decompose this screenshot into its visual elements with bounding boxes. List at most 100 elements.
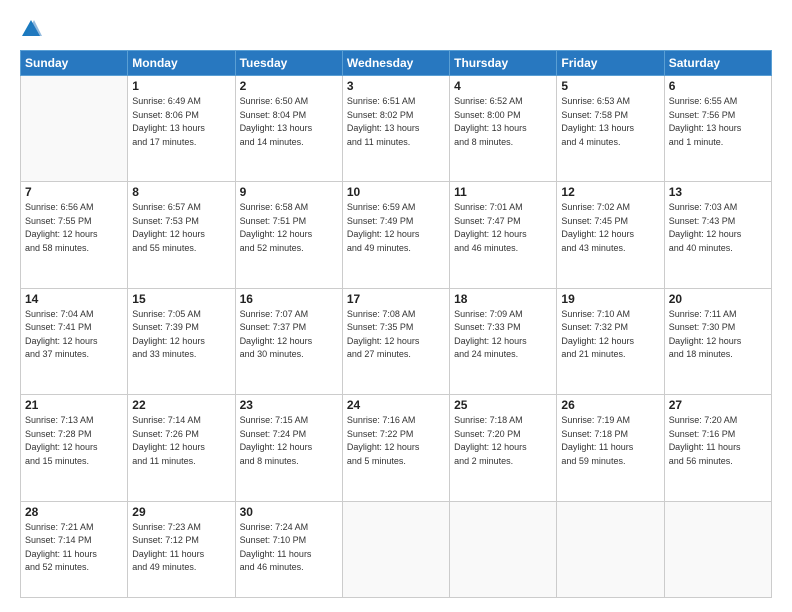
day-number: 22 [132, 398, 230, 412]
calendar-cell: 23 Sunrise: 7:15 AM Sunset: 7:24 PM Dayli… [235, 395, 342, 501]
calendar-cell [557, 501, 664, 597]
calendar-cell: 20 Sunrise: 7:11 AM Sunset: 7:30 PM Dayli… [664, 288, 771, 394]
day-number: 5 [561, 79, 659, 93]
day-number: 27 [669, 398, 767, 412]
day-info: Sunrise: 6:58 AM Sunset: 7:51 PM Dayligh… [240, 201, 338, 255]
day-number: 3 [347, 79, 445, 93]
day-info: Sunrise: 7:21 AM Sunset: 7:14 PM Dayligh… [25, 521, 123, 575]
day-info: Sunrise: 7:19 AM Sunset: 7:18 PM Dayligh… [561, 414, 659, 468]
day-info: Sunrise: 7:08 AM Sunset: 7:35 PM Dayligh… [347, 308, 445, 362]
day-info: Sunrise: 7:01 AM Sunset: 7:47 PM Dayligh… [454, 201, 552, 255]
weekday-sunday: Sunday [21, 51, 128, 76]
day-number: 18 [454, 292, 552, 306]
day-info: Sunrise: 7:15 AM Sunset: 7:24 PM Dayligh… [240, 414, 338, 468]
header [20, 18, 772, 40]
week-row-5: 28Sunrise: 7:21 AM Sunset: 7:14 PM Dayli… [21, 501, 772, 597]
week-row-1: 1 Sunrise: 6:49 AM Sunset: 8:06 PM Daylig… [21, 76, 772, 182]
weekday-friday: Friday [557, 51, 664, 76]
weekday-wednesday: Wednesday [342, 51, 449, 76]
calendar-cell: 26 Sunrise: 7:19 AM Sunset: 7:18 PM Dayli… [557, 395, 664, 501]
day-info: Sunrise: 7:16 AM Sunset: 7:22 PM Dayligh… [347, 414, 445, 468]
day-number: 23 [240, 398, 338, 412]
day-info: Sunrise: 7:20 AM Sunset: 7:16 PM Dayligh… [669, 414, 767, 468]
calendar-cell: 22 Sunrise: 7:14 AM Sunset: 7:26 PM Dayli… [128, 395, 235, 501]
calendar-cell: 18 Sunrise: 7:09 AM Sunset: 7:33 PM Dayli… [450, 288, 557, 394]
week-row-2: 7Sunrise: 6:56 AM Sunset: 7:55 PM Daylig… [21, 182, 772, 288]
day-number: 15 [132, 292, 230, 306]
day-number: 16 [240, 292, 338, 306]
calendar-cell: 15 Sunrise: 7:05 AM Sunset: 7:39 PM Dayli… [128, 288, 235, 394]
calendar-cell: 10 Sunrise: 6:59 AM Sunset: 7:49 PM Dayli… [342, 182, 449, 288]
day-number: 12 [561, 185, 659, 199]
day-number: 20 [669, 292, 767, 306]
day-number: 1 [132, 79, 230, 93]
logo [20, 18, 50, 40]
calendar-cell: 3 Sunrise: 6:51 AM Sunset: 8:02 PM Daylig… [342, 76, 449, 182]
day-info: Sunrise: 7:14 AM Sunset: 7:26 PM Dayligh… [132, 414, 230, 468]
day-info: Sunrise: 6:53 AM Sunset: 7:58 PM Dayligh… [561, 95, 659, 149]
calendar-table: SundayMondayTuesdayWednesdayThursdayFrid… [20, 50, 772, 598]
calendar-cell: 17 Sunrise: 7:08 AM Sunset: 7:35 PM Dayli… [342, 288, 449, 394]
weekday-thursday: Thursday [450, 51, 557, 76]
calendar-cell: 2 Sunrise: 6:50 AM Sunset: 8:04 PM Daylig… [235, 76, 342, 182]
calendar-cell: 24 Sunrise: 7:16 AM Sunset: 7:22 PM Dayli… [342, 395, 449, 501]
day-number: 11 [454, 185, 552, 199]
day-number: 30 [240, 505, 338, 519]
day-number: 6 [669, 79, 767, 93]
calendar-cell: 25Sunrise: 7:18 AM Sunset: 7:20 PM Dayli… [450, 395, 557, 501]
weekday-header-row: SundayMondayTuesdayWednesdayThursdayFrid… [21, 51, 772, 76]
weekday-saturday: Saturday [664, 51, 771, 76]
calendar-cell [342, 501, 449, 597]
day-number: 13 [669, 185, 767, 199]
day-info: Sunrise: 6:49 AM Sunset: 8:06 PM Dayligh… [132, 95, 230, 149]
calendar-cell: 30Sunrise: 7:24 AM Sunset: 7:10 PM Dayli… [235, 501, 342, 597]
day-info: Sunrise: 6:52 AM Sunset: 8:00 PM Dayligh… [454, 95, 552, 149]
day-number: 4 [454, 79, 552, 93]
calendar-cell: 13 Sunrise: 7:03 AM Sunset: 7:43 PM Dayli… [664, 182, 771, 288]
day-info: Sunrise: 6:59 AM Sunset: 7:49 PM Dayligh… [347, 201, 445, 255]
week-row-4: 21 Sunrise: 7:13 AM Sunset: 7:28 PM Dayli… [21, 395, 772, 501]
day-info: Sunrise: 7:05 AM Sunset: 7:39 PM Dayligh… [132, 308, 230, 362]
calendar-cell: 5 Sunrise: 6:53 AM Sunset: 7:58 PM Daylig… [557, 76, 664, 182]
calendar-cell: 21 Sunrise: 7:13 AM Sunset: 7:28 PM Dayli… [21, 395, 128, 501]
day-info: Sunrise: 6:57 AM Sunset: 7:53 PM Dayligh… [132, 201, 230, 255]
calendar-cell: 9 Sunrise: 6:58 AM Sunset: 7:51 PM Daylig… [235, 182, 342, 288]
day-number: 19 [561, 292, 659, 306]
day-number: 8 [132, 185, 230, 199]
day-info: Sunrise: 7:07 AM Sunset: 7:37 PM Dayligh… [240, 308, 338, 362]
day-number: 24 [347, 398, 445, 412]
calendar-cell: 16 Sunrise: 7:07 AM Sunset: 7:37 PM Dayli… [235, 288, 342, 394]
day-info: Sunrise: 7:10 AM Sunset: 7:32 PM Dayligh… [561, 308, 659, 362]
day-info: Sunrise: 7:18 AM Sunset: 7:20 PM Dayligh… [454, 414, 552, 468]
day-info: Sunrise: 7:04 AM Sunset: 7:41 PM Dayligh… [25, 308, 123, 362]
day-number: 21 [25, 398, 123, 412]
day-number: 14 [25, 292, 123, 306]
page: SundayMondayTuesdayWednesdayThursdayFrid… [0, 0, 792, 612]
day-info: Sunrise: 7:03 AM Sunset: 7:43 PM Dayligh… [669, 201, 767, 255]
day-number: 26 [561, 398, 659, 412]
calendar-cell [21, 76, 128, 182]
day-number: 17 [347, 292, 445, 306]
weekday-monday: Monday [128, 51, 235, 76]
calendar-cell [450, 501, 557, 597]
day-info: Sunrise: 7:11 AM Sunset: 7:30 PM Dayligh… [669, 308, 767, 362]
day-info: Sunrise: 7:13 AM Sunset: 7:28 PM Dayligh… [25, 414, 123, 468]
day-number: 2 [240, 79, 338, 93]
day-info: Sunrise: 6:50 AM Sunset: 8:04 PM Dayligh… [240, 95, 338, 149]
calendar-cell: 11 Sunrise: 7:01 AM Sunset: 7:47 PM Dayli… [450, 182, 557, 288]
week-row-3: 14 Sunrise: 7:04 AM Sunset: 7:41 PM Dayli… [21, 288, 772, 394]
weekday-tuesday: Tuesday [235, 51, 342, 76]
calendar-cell: 7Sunrise: 6:56 AM Sunset: 7:55 PM Daylig… [21, 182, 128, 288]
day-info: Sunrise: 7:09 AM Sunset: 7:33 PM Dayligh… [454, 308, 552, 362]
day-info: Sunrise: 7:23 AM Sunset: 7:12 PM Dayligh… [132, 521, 230, 575]
logo-icon [20, 18, 42, 40]
day-info: Sunrise: 7:02 AM Sunset: 7:45 PM Dayligh… [561, 201, 659, 255]
day-number: 10 [347, 185, 445, 199]
day-number: 7 [25, 185, 123, 199]
day-number: 9 [240, 185, 338, 199]
day-info: Sunrise: 6:51 AM Sunset: 8:02 PM Dayligh… [347, 95, 445, 149]
calendar-cell [664, 501, 771, 597]
calendar-cell: 12 Sunrise: 7:02 AM Sunset: 7:45 PM Dayli… [557, 182, 664, 288]
calendar-cell: 19 Sunrise: 7:10 AM Sunset: 7:32 PM Dayli… [557, 288, 664, 394]
day-info: Sunrise: 6:55 AM Sunset: 7:56 PM Dayligh… [669, 95, 767, 149]
